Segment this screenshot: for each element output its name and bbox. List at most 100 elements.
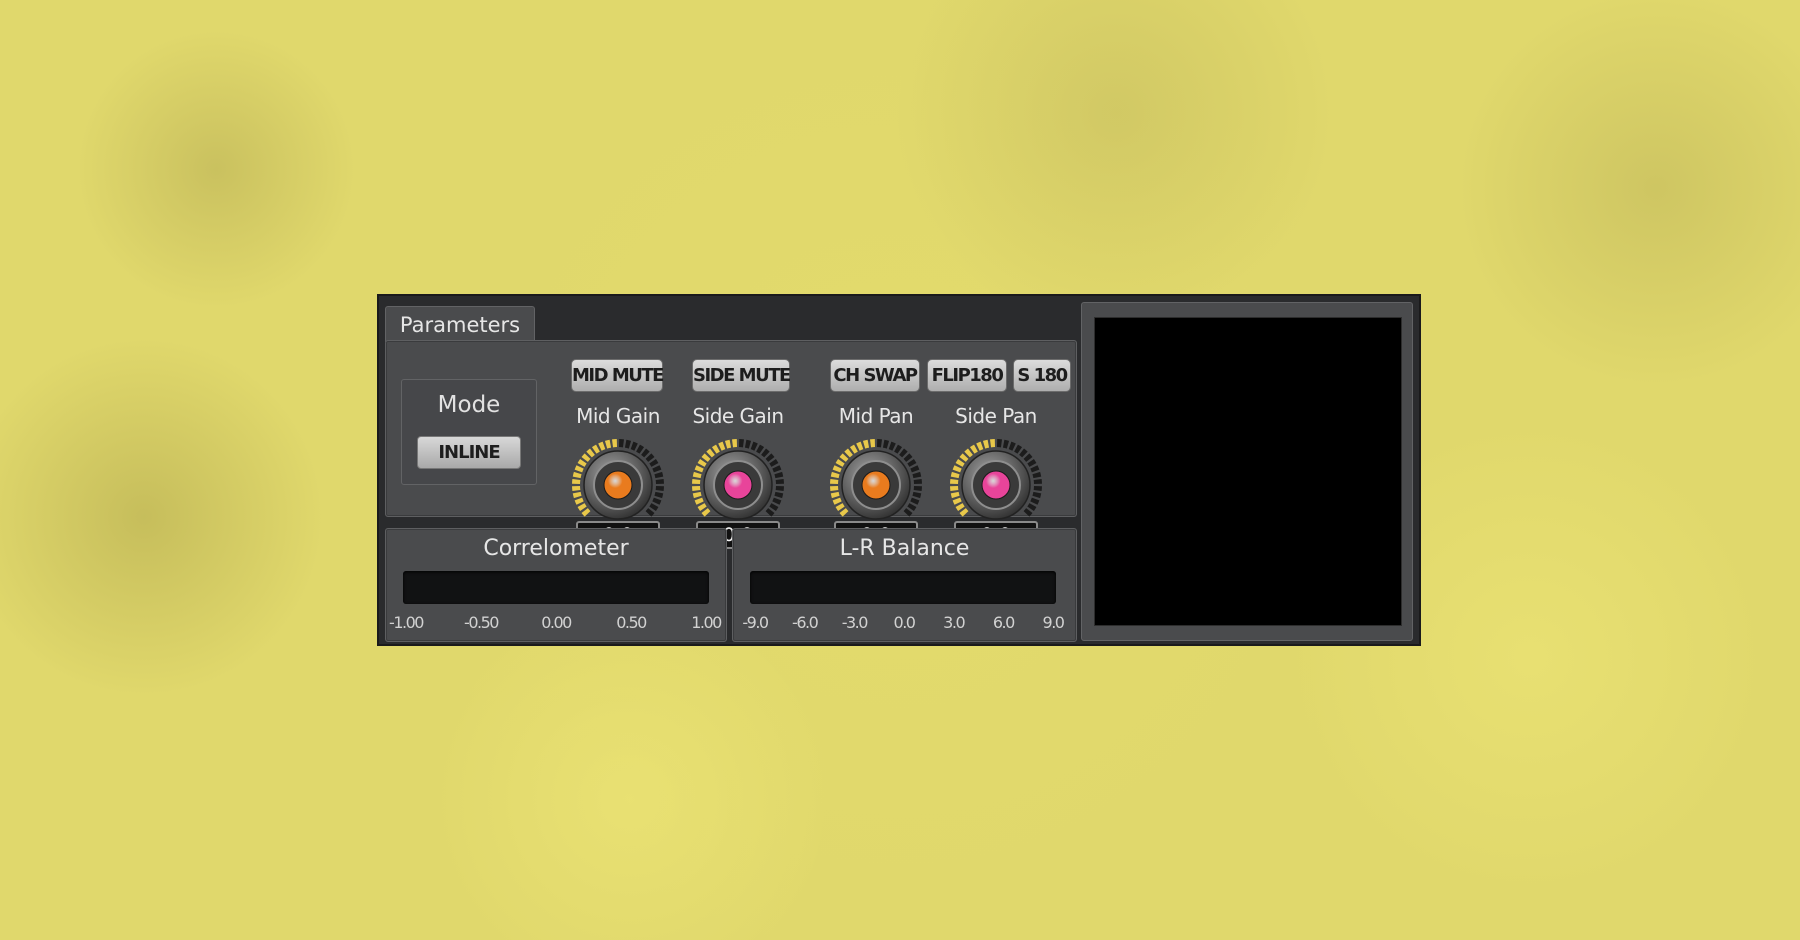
ch-swap-button[interactable]: CH SWAP xyxy=(830,359,920,392)
knob-arc-segment xyxy=(1019,448,1028,458)
balance-scale: -9.0 -6.0 -3.0 0.0 3.0 6.0 9.0 xyxy=(741,613,1067,635)
knob-graphic xyxy=(950,439,1042,520)
knob-arc-segment xyxy=(964,448,973,458)
knob-cap xyxy=(603,470,633,500)
correlometer-tick-label: -0.50 xyxy=(464,613,499,632)
knob-arc-segment xyxy=(724,439,732,449)
knob-arc-segment xyxy=(869,439,876,448)
side-gain-label: Side Gain xyxy=(692,404,784,428)
scope-display xyxy=(1094,317,1402,626)
knob-arc-segment xyxy=(1002,439,1010,449)
knob-arc-segment xyxy=(1030,497,1040,505)
knob-arc-segment xyxy=(772,497,782,505)
knob-arc-segment xyxy=(581,453,591,462)
parameters-panel: Mode INLINE MID MUTE SIDE MUTE CH SWAP F… xyxy=(385,340,1077,549)
balance-tick-label: 6.0 xyxy=(992,613,1015,632)
knob-arc-segment xyxy=(1027,503,1037,512)
knob-arc-segment xyxy=(772,465,782,473)
mode-inline-button[interactable]: INLINE xyxy=(417,436,521,469)
knob-arc-segment xyxy=(774,491,784,499)
knob-arc-segment xyxy=(701,508,711,517)
knob-arc-segment xyxy=(775,485,784,492)
knob-arc-segment xyxy=(636,444,645,454)
knob-arc-segment xyxy=(835,503,845,512)
mid-gain-knob[interactable] xyxy=(570,437,666,533)
knob-arc-segment xyxy=(959,508,969,517)
knob-arc-segment xyxy=(1027,458,1037,467)
parameters-tab[interactable]: Parameters xyxy=(385,306,535,342)
knob-arc-segment xyxy=(830,471,840,479)
knob-arc-segment xyxy=(769,458,779,467)
knob-arc-segment xyxy=(769,503,779,512)
knob-arc-segment xyxy=(950,491,960,499)
balance-tick-label: 3.0 xyxy=(943,613,965,632)
balance-tick-label: 9.0 xyxy=(1042,613,1065,632)
correlometer-tick-label: 1.00 xyxy=(691,613,722,632)
knob-arc-segment xyxy=(577,458,587,467)
mid-pan-label: Mid Pan xyxy=(838,404,914,428)
knob-arc-segment xyxy=(856,441,864,451)
mid-pan-knob[interactable] xyxy=(828,437,924,533)
correlometer-title: Correlometer xyxy=(483,536,629,561)
knob-arc-segment xyxy=(711,444,720,454)
knob-arc-segment xyxy=(839,453,849,462)
knob-arc-segment xyxy=(692,485,701,492)
knob-arc-segment xyxy=(598,441,606,451)
knob-arc-segment xyxy=(1014,444,1023,454)
knob-arc-segment xyxy=(913,485,922,492)
knob-arc-segment xyxy=(611,439,618,448)
knob-arc-segment xyxy=(750,441,758,451)
side-mute-button[interactable]: SIDE MUTE xyxy=(692,359,791,392)
knob-arc-segment xyxy=(694,465,704,473)
knob-arc-segment xyxy=(604,439,612,449)
knob-arc-segment xyxy=(586,448,595,458)
knob-arc-segment xyxy=(645,453,655,462)
knob-arc-segment xyxy=(959,453,969,462)
knob-graphic xyxy=(692,439,784,520)
knob-arc-segment xyxy=(862,439,870,449)
knob-arc-segment xyxy=(996,439,1003,448)
knob-arc-segment xyxy=(835,458,845,467)
knob-arc-segment xyxy=(830,485,839,492)
knob-arc-segment xyxy=(913,478,922,485)
knob-arc-segment xyxy=(731,439,738,448)
knob-arc-segment xyxy=(574,465,584,473)
side-pan-knob[interactable] xyxy=(948,437,1044,533)
flip180-button[interactable]: FLIP180 xyxy=(927,359,1007,392)
knob-arc-segment xyxy=(652,465,662,473)
knob-arc-segment xyxy=(839,508,849,517)
knob-arc-segment xyxy=(950,471,960,479)
knob-graphic xyxy=(830,439,922,520)
balance-tick-label: -3.0 xyxy=(841,613,869,632)
knob-cap xyxy=(981,470,1011,500)
knob-arc-segment xyxy=(876,439,883,448)
mid-mute-button[interactable]: MID MUTE xyxy=(571,359,664,392)
balance-tick-label: 0.0 xyxy=(893,613,916,632)
knob-arc-segment xyxy=(950,478,959,485)
knob-arc-segment xyxy=(738,439,745,448)
knob-arc-segment xyxy=(849,444,858,454)
knob-arc-segment xyxy=(697,503,707,512)
knob-arc-segment xyxy=(1030,465,1040,473)
knob-arc-segment xyxy=(1033,485,1042,492)
scope-panel xyxy=(1081,302,1413,641)
knob-arc-segment xyxy=(692,471,702,479)
correlometer-scale: -1.00 -0.50 0.00 0.50 1.00 xyxy=(389,613,722,635)
knob-arc-segment xyxy=(718,441,726,451)
knob-arc-segment xyxy=(955,458,965,467)
knob-arc-segment xyxy=(692,491,702,499)
knob-cap xyxy=(861,470,891,500)
knob-arc-segment xyxy=(775,478,784,485)
knob-arc-segment xyxy=(692,478,701,485)
knob-arc-segment xyxy=(910,465,920,473)
knob-arc-segment xyxy=(976,441,984,451)
knob-arc-segment xyxy=(756,444,765,454)
knob-arc-segment xyxy=(955,503,965,512)
knob-arc-segment xyxy=(830,491,840,499)
knob-arc-segment xyxy=(1023,508,1033,517)
knob-arc-segment xyxy=(574,497,584,505)
knob-arc-segment xyxy=(572,491,582,499)
s180-button[interactable]: S 180 xyxy=(1013,359,1071,392)
knob-arc-segment xyxy=(832,497,842,505)
side-gain-knob[interactable] xyxy=(690,437,786,533)
